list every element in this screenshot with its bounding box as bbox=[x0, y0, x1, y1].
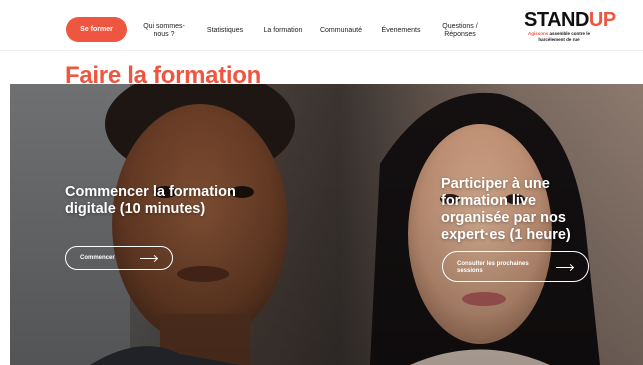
commencer-label: Commencer bbox=[80, 255, 115, 261]
digital-training-heading: Commencer la formation digitale (10 minu… bbox=[65, 184, 236, 217]
hero-banner: Commencer la formation digitale (10 minu… bbox=[10, 84, 643, 365]
site-header: Se former Qui sommes- nous ? Statistique… bbox=[0, 0, 643, 51]
sessions-label: Consulter les prochaines sessions bbox=[457, 261, 529, 274]
nav-communaute[interactable]: Communauté bbox=[318, 27, 364, 35]
arrow-right-icon bbox=[556, 266, 573, 268]
nav-la-formation[interactable]: La formation bbox=[260, 27, 306, 35]
nav-questions-reponses[interactable]: Questions / Réponses bbox=[436, 23, 484, 39]
nav-qui-sommes-nous[interactable]: Qui sommes- nous ? bbox=[142, 23, 186, 39]
page-title: Faire la formation bbox=[65, 62, 261, 89]
nav-statistiques[interactable]: Statistiques bbox=[203, 27, 247, 35]
logo-wordmark: STANDUP bbox=[524, 9, 616, 31]
se-former-button[interactable]: Se former bbox=[66, 17, 127, 42]
arrow-right-icon bbox=[140, 258, 157, 259]
sessions-button[interactable]: Consulter les prochaines sessions bbox=[442, 251, 589, 282]
standup-logo[interactable]: STANDUP Agissons assemble contre le harc… bbox=[524, 9, 616, 48]
commencer-button[interactable]: Commencer bbox=[65, 246, 173, 270]
nav-evenements[interactable]: Évenements bbox=[378, 27, 424, 35]
live-training-heading: Participer à une formation live organisé… bbox=[441, 176, 571, 243]
logo-tagline: Agissons assemble contre le harcèlement … bbox=[527, 31, 591, 42]
